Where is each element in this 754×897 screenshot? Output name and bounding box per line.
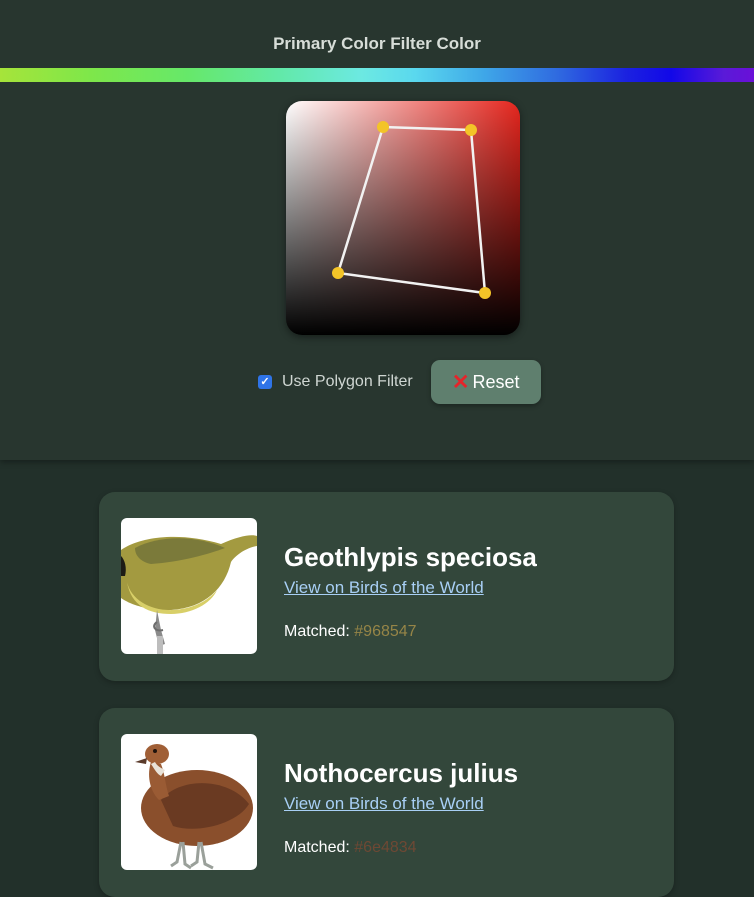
color-filter-panel: Primary Color Filter Color ✓ Use Polygon… [0,0,754,460]
birds-of-the-world-link[interactable]: View on Birds of the World [284,578,484,598]
matched-label: Matched: [284,839,350,856]
polygon-handle[interactable] [332,267,344,279]
matched-color: Matched: #6e4834 [284,839,417,857]
polygon-overlay [332,121,491,299]
hue-slider[interactable] [0,68,754,82]
result-card: Nothocercus julius View on Birds of the … [99,708,674,897]
polygon-outline [336,125,487,295]
bird-image [121,734,257,870]
species-name: Geothlypis speciosa [284,542,537,572]
filter-controls: ✓ Use Polygon Filter ✕ Reset [258,360,541,404]
polygon-handle[interactable] [377,121,389,133]
species-name: Nothocercus julius [284,758,519,788]
matched-color-value: #968547 [354,623,417,640]
filter-title: Primary Color Filter Color [273,34,481,53]
use-polygon-checkbox[interactable]: ✓ [258,375,272,389]
result-card: Geothlypis speciosa View on Birds of the… [99,492,674,681]
saturation-value-picker[interactable] [286,101,520,335]
matched-label: Matched: [284,623,350,640]
polygon-handle[interactable] [465,124,477,136]
checkmark-icon: ✓ [260,376,270,388]
use-polygon-label[interactable]: Use Polygon Filter [282,373,413,391]
matched-color-value: #6e4834 [354,839,417,856]
bird-image [121,518,257,654]
matched-color: Matched: #968547 [284,623,417,641]
birds-of-the-world-link[interactable]: View on Birds of the World [284,794,484,814]
polygon-handle[interactable] [479,287,491,299]
reset-button[interactable]: ✕ Reset [430,360,541,404]
close-icon: ✕ [451,370,470,394]
reset-label: Reset [472,371,520,392]
